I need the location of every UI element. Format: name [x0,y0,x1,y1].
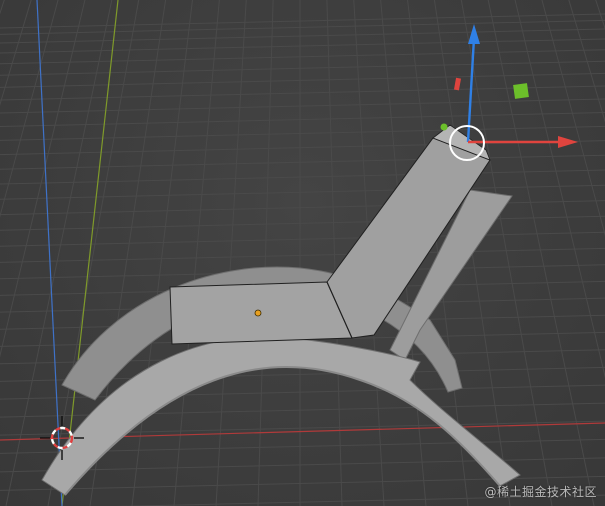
grid-line [0,154,605,170]
grid-line [0,0,300,506]
grid-line [0,19,605,35]
grid-line [0,0,300,506]
grid-line [0,0,300,506]
object-origin-icon[interactable] [254,309,262,317]
grid-line [0,0,32,107]
gizmo-z-arrowhead[interactable] [468,24,480,44]
grid-line [0,215,605,231]
grid-line [0,0,300,506]
grid-line [0,0,300,506]
grid-line [0,0,300,506]
gizmo-x-arrowhead[interactable] [558,136,578,148]
grid-line [0,0,300,506]
grid-line [0,0,300,506]
grid-line [0,0,59,218]
watermark-text: @稀土掘金技术社区 [484,485,597,499]
grid-line [0,0,300,506]
grid-line [0,0,300,506]
grid-line [0,0,300,506]
grid-line [0,0,300,506]
grid-line [0,0,300,506]
grid-line [0,200,605,216]
grid-line [0,0,5,15]
grid-line [0,0,300,506]
viewport-scene[interactable] [0,0,605,506]
grid-line [0,0,300,506]
grid-line [0,184,605,200]
grid-line [0,0,300,506]
grid-line [0,0,300,506]
grid-line [0,0,300,506]
grid-line [0,49,605,65]
gizmo-x-plane-handle[interactable] [453,77,461,91]
grid-line [0,0,86,358]
grid-line [0,0,300,506]
3d-viewport[interactable]: @稀土掘金技术社区 [0,0,605,506]
gizmo-y-plane-handle[interactable] [513,83,529,99]
grid-line [0,169,605,185]
grid-line [0,0,300,506]
grid-line [0,60,605,76]
grid-line [0,0,300,506]
grid-line [0,0,300,506]
grid-line [0,0,300,506]
gizmo-y-handle-small[interactable] [440,123,448,131]
world-z-axis [36,0,63,506]
grid-line [0,0,300,506]
grid-line [0,13,605,29]
grid-line [0,0,300,506]
grid-line [0,0,300,506]
grid-line [0,125,605,141]
grid-line [0,0,300,506]
grid-line [257,0,274,506]
grid-line [0,0,300,506]
grid-line [0,0,300,506]
